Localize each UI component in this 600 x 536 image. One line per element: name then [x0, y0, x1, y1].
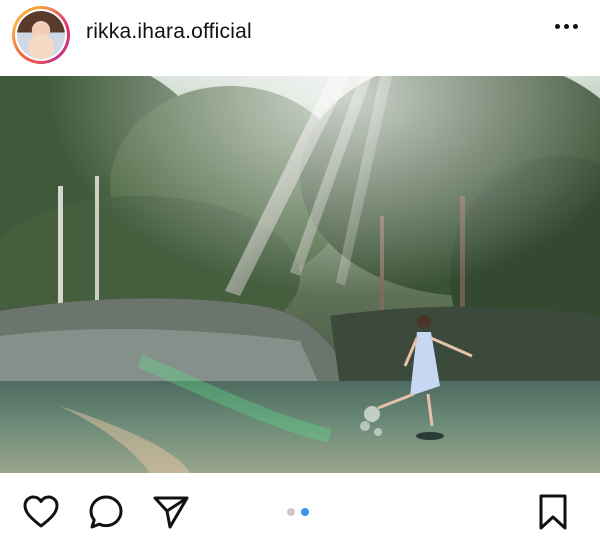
comment-bubble-icon[interactable]: [88, 494, 124, 535]
bookmark-icon[interactable]: [538, 493, 568, 536]
post-header: rikka.ihara.official: [0, 0, 600, 76]
carousel-dot-1[interactable]: [287, 508, 295, 516]
avatar-frame: [15, 9, 67, 61]
post-actions-bar: [0, 473, 600, 534]
story-ring[interactable]: [12, 6, 70, 64]
photo-image: [0, 76, 600, 473]
avatar[interactable]: [17, 11, 65, 59]
more-options-icon[interactable]: [555, 24, 578, 29]
post-photo[interactable]: [0, 76, 600, 473]
username-link[interactable]: rikka.ihara.official: [86, 20, 252, 44]
heart-icon[interactable]: [22, 495, 60, 534]
carousel-dot-2-active[interactable]: [301, 508, 309, 516]
paper-plane-icon[interactable]: [152, 493, 190, 536]
carousel-indicator: [287, 508, 309, 516]
